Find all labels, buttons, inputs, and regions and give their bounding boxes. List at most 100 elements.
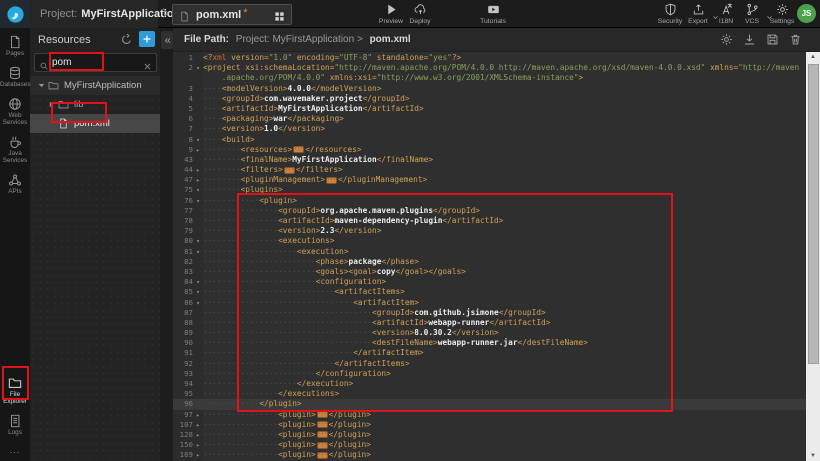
fold-marker[interactable]: ▾ <box>193 196 203 206</box>
code-line[interactable]: 86▾································<arti… <box>173 298 806 308</box>
scroll-down-arrow[interactable]: ▼ <box>806 451 820 461</box>
delete-button[interactable] <box>789 33 802 46</box>
add-resource-button[interactable] <box>139 31 155 47</box>
code-line[interactable]: 6····<packaging>war</packaging> <box>173 114 806 124</box>
fold-marker[interactable]: ▸ <box>193 410 203 420</box>
code-line[interactable]: 128▸················<plugin>···</plugin> <box>173 430 806 440</box>
code-line[interactable]: 95················</executions> <box>173 389 806 399</box>
code-line[interactable]: 80▾················<executions> <box>173 236 806 246</box>
fold-marker[interactable]: ▸ <box>193 165 203 175</box>
code-line[interactable]: 3····<modelVersion>4.0.0</modelVersion> <box>173 84 806 94</box>
code-line[interactable]: 169▸················<plugin>···</plugin> <box>173 450 806 460</box>
wavemaker-logo[interactable] <box>0 0 30 28</box>
code-line[interactable]: 1<?xml version="1.0" encoding="UTF-8" st… <box>173 53 806 63</box>
fold-marker[interactable]: ▸ <box>193 420 203 430</box>
code-line[interactable]: 83························<goals><goal>c… <box>173 267 806 277</box>
code-line[interactable]: 2▾<project xsi:schemaLocation="http://ma… <box>173 63 806 73</box>
sidebar-more-button[interactable]: ... <box>10 445 21 455</box>
clear-search-icon[interactable] <box>143 58 152 67</box>
sidebar-item-databases[interactable]: Databases <box>0 66 30 88</box>
code-line[interactable]: 43········<finalName>MyFirstApplication<… <box>173 155 806 165</box>
fold-marker[interactable]: ▾ <box>193 287 203 297</box>
code-line[interactable]: 77················<groupId>org.apache.ma… <box>173 206 806 216</box>
folded-region-pill[interactable]: ··· <box>317 411 328 418</box>
fold-marker[interactable]: ▸ <box>193 430 203 440</box>
code-line[interactable]: 79················<version>2.3</version> <box>173 226 806 236</box>
save-button[interactable] <box>766 33 779 46</box>
fold-marker[interactable]: ▾ <box>193 135 203 145</box>
folded-region-pill[interactable]: ··· <box>317 421 328 428</box>
code-line[interactable]: 8▾····<build> <box>173 135 806 145</box>
collapse-panel-button[interactable] <box>161 31 173 49</box>
code-line[interactable]: .apache.org/POM/4.0.0" xmlns:xsi="http:/… <box>173 73 806 83</box>
grid-icon[interactable] <box>274 9 285 20</box>
code-line[interactable]: 91································</arti… <box>173 348 806 358</box>
tutorials-button[interactable]: Tutorials <box>476 3 510 27</box>
tab-pom-xml[interactable]: pom.xml * <box>172 4 292 25</box>
sidebar-item-pages[interactable]: Pages <box>0 35 30 57</box>
caret-down-icon[interactable] <box>37 81 46 90</box>
code-line[interactable]: 44▸········<filters>···</filters> <box>173 165 806 175</box>
user-avatar[interactable]: JS <box>797 4 816 23</box>
settings-button[interactable]: Settings <box>765 3 799 27</box>
code-line[interactable]: 81▾····················<execution> <box>173 247 806 257</box>
folded-region-pill[interactable]: ··· <box>293 146 304 153</box>
code-line[interactable]: 97▸················<plugin>···</plugin> <box>173 410 806 420</box>
sidebar-item-java-services[interactable]: JavaServices <box>0 135 30 164</box>
fold-marker[interactable]: ▾ <box>193 298 203 308</box>
code-line[interactable]: 76▾············<plugin> <box>173 196 806 206</box>
code-line[interactable]: 78················<artifactId>maven-depe… <box>173 216 806 226</box>
fold-marker[interactable]: ▾ <box>193 185 203 195</box>
code-line[interactable]: 5····<artifactId>MyFirstApplication</art… <box>173 104 806 114</box>
fold-marker[interactable]: ▸ <box>193 145 203 155</box>
code-line[interactable]: 9▸········<resources>···</resources> <box>173 145 806 155</box>
folded-region-pill[interactable]: ··· <box>326 177 337 184</box>
code-line[interactable]: 82························<phase>package… <box>173 257 806 267</box>
tree-item-pom-xml[interactable]: pom.xml <box>30 114 160 133</box>
fold-marker[interactable]: ▾ <box>193 236 203 246</box>
sidebar-item-file-explorer[interactable]: FileExplorer <box>0 376 30 405</box>
deploy-button[interactable]: Deploy <box>403 3 437 27</box>
code-line[interactable]: 90····································<d… <box>173 338 806 348</box>
code-line[interactable]: 92····························</artifact… <box>173 359 806 369</box>
folded-region-pill[interactable]: ··· <box>317 452 328 459</box>
code-line[interactable]: 7····<version>1.0</version> <box>173 124 806 134</box>
code-line[interactable]: 89····································<v… <box>173 328 806 338</box>
code-line[interactable]: 47▸········<pluginManagement>···</plugin… <box>173 175 806 185</box>
code-line[interactable]: 75▾········<plugins> <box>173 185 806 195</box>
code-line[interactable]: 150▸················<plugin>···</plugin> <box>173 440 806 450</box>
code-line[interactable]: 93························</configuratio… <box>173 369 806 379</box>
settings-button[interactable] <box>720 33 733 46</box>
fold-marker[interactable]: ▸ <box>193 440 203 450</box>
tree-item-myfirstapplication[interactable]: MyFirstApplication <box>30 76 160 95</box>
folded-region-pill[interactable]: ··· <box>284 167 295 174</box>
sidebar-item-apis[interactable]: APIs <box>0 173 30 195</box>
caret-right-icon[interactable] <box>47 100 56 109</box>
sidebar-item-logs[interactable]: Logs <box>0 414 30 436</box>
vcs-button[interactable]: VCS <box>735 3 769 27</box>
fold-marker[interactable]: ▾ <box>193 277 203 287</box>
fold-marker[interactable]: ▾ <box>193 63 203 73</box>
download-button[interactable] <box>743 33 756 46</box>
code-line[interactable]: 94····················</execution> <box>173 379 806 389</box>
search-input[interactable] <box>49 57 143 68</box>
code-line[interactable]: 88····································<a… <box>173 318 806 328</box>
code-line[interactable]: 4····<groupId>com.wavemaker.project</gro… <box>173 94 806 104</box>
vertical-scrollbar[interactable]: ▲ ▼ <box>806 52 820 461</box>
code-line[interactable]: 96············</plugin> <box>173 399 806 409</box>
code-line[interactable]: 84▾························<configuratio… <box>173 277 806 287</box>
folded-region-pill[interactable]: ··· <box>317 442 328 449</box>
fold-marker[interactable]: ▸ <box>193 450 203 460</box>
fold-marker[interactable]: ▸ <box>193 175 203 185</box>
code-line[interactable]: 85▾····························<artifact… <box>173 287 806 297</box>
code-line[interactable]: 87····································<g… <box>173 308 806 318</box>
scroll-up-arrow[interactable]: ▲ <box>806 52 820 62</box>
code-line[interactable]: 107▸················<plugin>···</plugin> <box>173 420 806 430</box>
refresh-icon[interactable] <box>120 33 133 46</box>
tree-item-lib[interactable]: lib <box>30 95 160 114</box>
scrollbar-thumb[interactable] <box>808 64 819 364</box>
folded-region-pill[interactable]: ··· <box>317 431 328 438</box>
sidebar-item-web-services[interactable]: WebServices <box>0 97 30 126</box>
fold-marker[interactable]: ▾ <box>193 247 203 257</box>
code-area[interactable]: 1<?xml version="1.0" encoding="UTF-8" st… <box>173 52 806 461</box>
